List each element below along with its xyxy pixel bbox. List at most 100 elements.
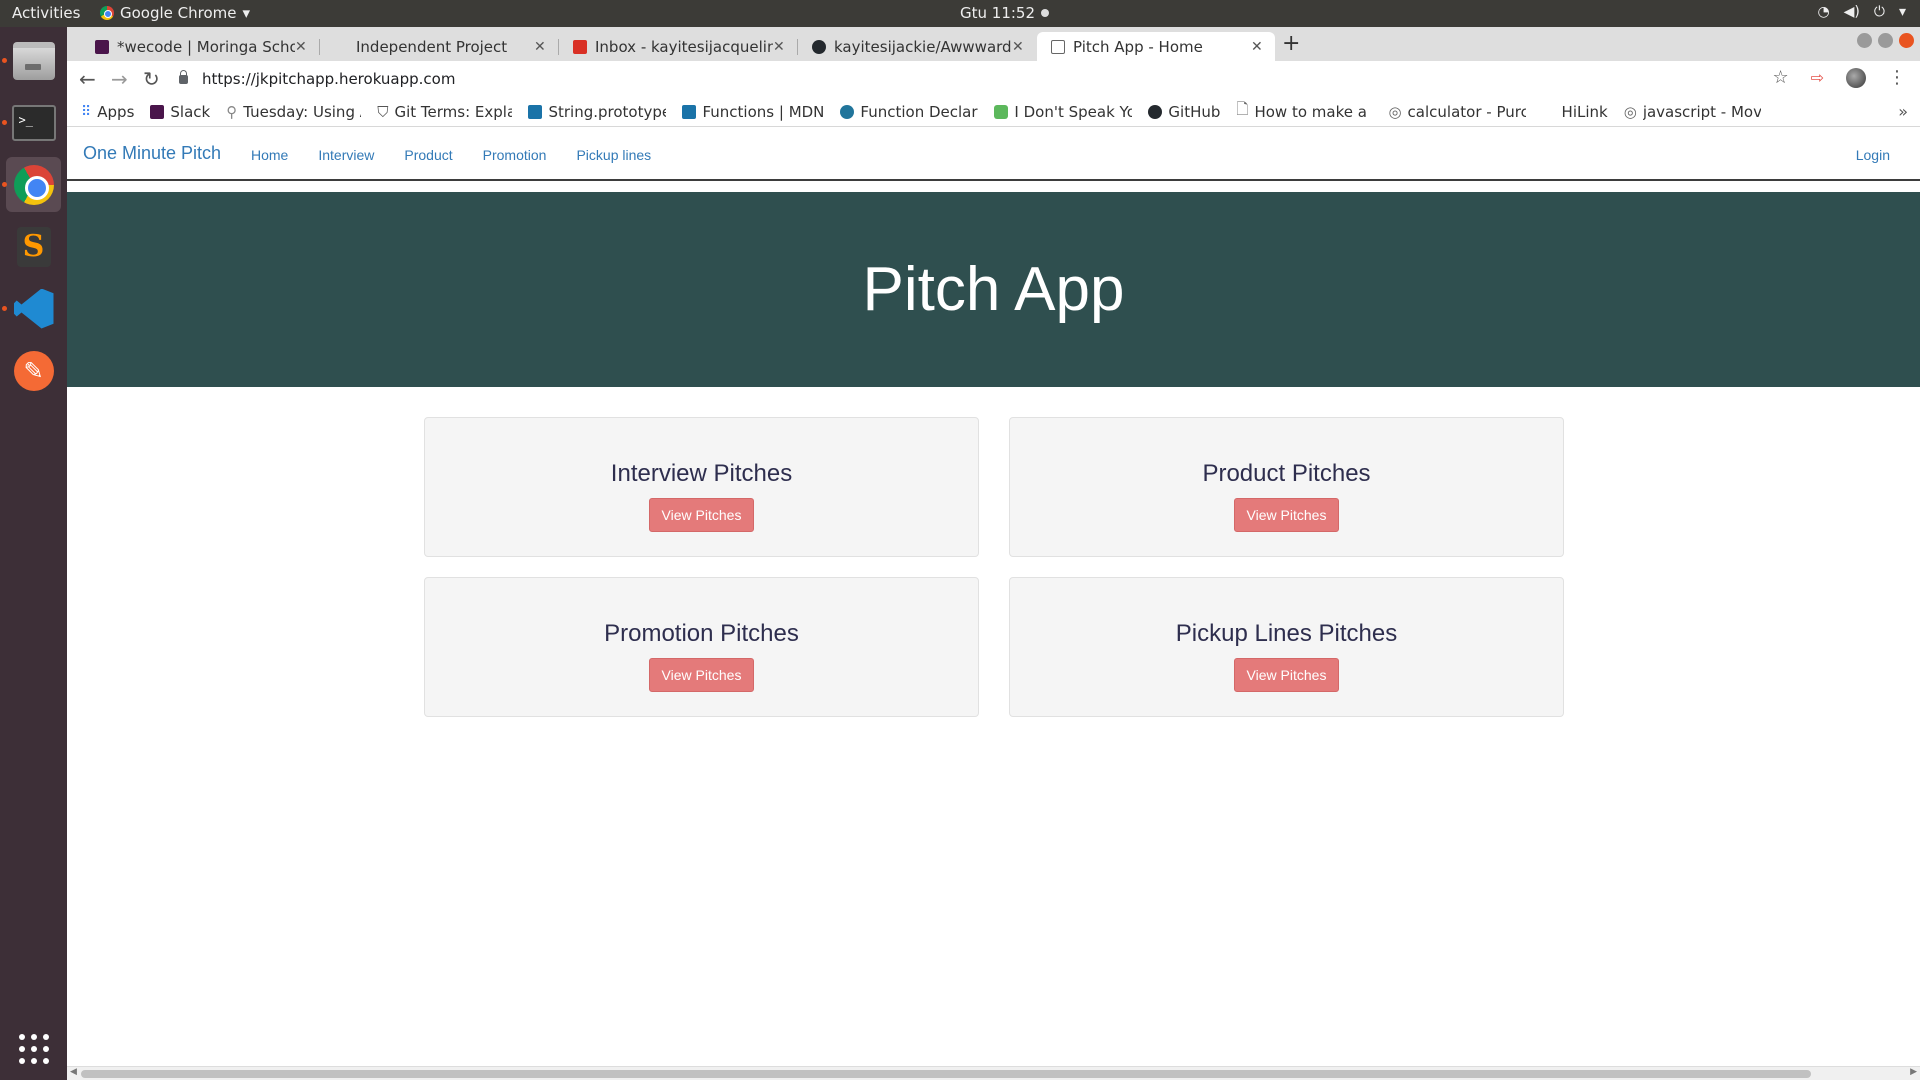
cap-icon: ⛉ (377, 102, 389, 121)
bookmark-i-dont-speak[interactable]: I Don't Speak Yo (994, 103, 1132, 121)
site-navbar: One Minute Pitch Home Interview Product … (67, 128, 1920, 181)
tab-pitch-app[interactable]: Pitch App - Home ✕ (1037, 32, 1275, 61)
close-icon[interactable]: ✕ (295, 39, 309, 55)
tab-inbox[interactable]: Inbox - kayitesijacqueline ✕ (559, 32, 797, 61)
login-link[interactable]: Login (1856, 147, 1890, 163)
nav-home[interactable]: Home (251, 147, 288, 163)
files-icon (12, 41, 55, 80)
card-interview: Interview Pitches View Pitches (424, 417, 979, 557)
window-close-icon[interactable] (1899, 33, 1914, 48)
bookmarks-overflow-icon[interactable]: » (1898, 102, 1908, 121)
minimize-icon[interactable] (1857, 33, 1872, 48)
activities-button[interactable]: Activities (12, 4, 80, 22)
bookmark-slack[interactable]: Slack (150, 103, 210, 121)
new-tab-button[interactable]: + (1282, 31, 1300, 56)
slack-icon (150, 104, 165, 119)
globe-icon: ◎ (1388, 102, 1402, 121)
scrollbar-thumb[interactable] (81, 1070, 1811, 1078)
close-icon[interactable]: ✕ (1251, 39, 1265, 55)
view-pitches-button[interactable]: View Pitches (648, 498, 755, 532)
view-pitches-button[interactable]: View Pitches (1233, 498, 1340, 532)
blank-favicon-icon (1541, 104, 1556, 119)
dock-terminal[interactable]: >_ (6, 95, 61, 150)
maximize-icon[interactable] (1878, 33, 1893, 48)
clock[interactable]: Gtu 11:52 (960, 4, 1050, 22)
dock-files[interactable] (6, 33, 61, 88)
caret-down-icon: ▾ (1898, 4, 1906, 20)
dock-sublime[interactable]: S (6, 219, 61, 274)
tab-title: kayitesijackie/Awwwards (834, 37, 1012, 56)
app-menu[interactable]: Google Chrome ▾ (100, 4, 250, 22)
vscode-icon (13, 288, 54, 329)
nav-product[interactable]: Product (404, 147, 452, 163)
nav-pickup-lines[interactable]: Pickup lines (576, 147, 651, 163)
tab-title: *wecode | Moringa School (117, 37, 295, 56)
tab-independent-project[interactable]: Independent Project ✕ (320, 32, 558, 61)
site-brand[interactable]: One Minute Pitch (83, 143, 221, 164)
bookmark-string-prototype[interactable]: String.prototype (528, 103, 666, 121)
bookmark-label: Functions | MDN (702, 102, 825, 121)
bookmark-github[interactable]: GitHub (1148, 103, 1220, 121)
tab-github[interactable]: kayitesijackie/Awwwards ✕ (798, 32, 1036, 61)
volume-icon: ◀) (1843, 4, 1860, 20)
view-pitches-button[interactable]: View Pitches (648, 658, 755, 692)
address-bar[interactable]: https://jkpitchapp.herokuapp.com (179, 65, 1829, 93)
nav-promotion[interactable]: Promotion (483, 147, 547, 163)
reload-icon[interactable]: ↻ (143, 67, 160, 91)
web-page: One Minute Pitch Home Interview Product … (67, 128, 1920, 1066)
star-icon[interactable]: ☆ (1772, 67, 1788, 88)
url-text[interactable]: https://jkpitchapp.herokuapp.com (202, 70, 455, 88)
bookmark-label: String.prototype (548, 102, 667, 121)
hero-title: Pitch App (862, 255, 1125, 324)
extension-icon[interactable]: ⇨ (1811, 68, 1824, 87)
sublime-text-icon: S (16, 226, 51, 267)
dock-vscode[interactable] (6, 281, 61, 336)
window-controls (1857, 33, 1914, 48)
bookmark-how-to-make[interactable]: 🗋 How to make a s (1236, 99, 1372, 124)
dock-chrome[interactable] (6, 157, 61, 212)
close-icon[interactable]: ✕ (534, 39, 548, 55)
bookmark-label: Tuesday: Using A (243, 102, 362, 121)
apps-grid-icon: ⠿ (81, 103, 92, 120)
bookmark-label: GitHub (1168, 102, 1221, 121)
running-indicator (2, 306, 7, 311)
pin-icon: ⚲ (226, 102, 238, 121)
card-title: Interview Pitches (610, 460, 793, 487)
browser-toolbar: ← → ↻ https://jkpitchapp.herokuapp.com ☆… (67, 61, 1920, 97)
nav-interview[interactable]: Interview (318, 147, 374, 163)
bookmark-calculator[interactable]: ◎ calculator - Purcl (1388, 103, 1525, 121)
card-product: Product Pitches View Pitches (1009, 417, 1564, 557)
github-icon (1148, 104, 1163, 119)
dock-postman[interactable]: ✎ (6, 343, 61, 398)
dock-show-apps[interactable] (6, 1021, 61, 1076)
profile-avatar[interactable] (1846, 67, 1866, 88)
bookmark-function-declaration[interactable]: Function Declara (840, 103, 978, 121)
close-icon[interactable]: ✕ (1012, 39, 1026, 55)
postman-icon: ✎ (13, 350, 54, 391)
menu-kebab-icon[interactable]: ⋮ (1888, 67, 1906, 88)
bookmark-label: javascript - Movi (1642, 102, 1761, 121)
card-promotion: Promotion Pitches View Pitches (424, 577, 979, 717)
bookmark-javascript[interactable]: ◎ javascript - Movi (1624, 103, 1761, 121)
bookmark-tuesday[interactable]: ⚲ Tuesday: Using A (226, 103, 361, 121)
tab-wecode[interactable]: *wecode | Moringa School ✕ (81, 32, 319, 61)
wordpress-icon (840, 104, 855, 119)
launcher-dock: >_ S ✎ (0, 27, 67, 1080)
bookmark-hilink[interactable]: HiLink (1541, 103, 1608, 121)
bookmark-functions-mdn[interactable]: Functions | MDN (682, 103, 824, 121)
page-icon: 🗋 (1236, 100, 1249, 118)
view-pitches-button[interactable]: View Pitches (1233, 658, 1340, 692)
terminal-icon: >_ (11, 104, 56, 141)
horizontal-scrollbar[interactable]: ◀ ▶ (67, 1066, 1920, 1080)
tab-title: Pitch App - Home (1073, 37, 1203, 56)
bookmark-git-terms[interactable]: ⛉ Git Terms: Explai (377, 103, 512, 121)
site-nav-links: Home Interview Product Promotion Pickup … (251, 147, 651, 163)
scroll-right-icon[interactable]: ▶ (1910, 1067, 1917, 1077)
close-icon[interactable]: ✕ (773, 39, 787, 55)
card-title: Pickup Lines Pitches (1175, 620, 1398, 647)
back-arrow-icon[interactable]: ← (79, 67, 96, 91)
bookmark-apps[interactable]: ⠿ Apps (81, 103, 134, 121)
system-tray[interactable]: ◔ ◀) ⏻ ▾ (1817, 4, 1906, 20)
forward-arrow-icon[interactable]: → (111, 67, 128, 91)
scroll-left-icon[interactable]: ◀ (70, 1067, 77, 1077)
